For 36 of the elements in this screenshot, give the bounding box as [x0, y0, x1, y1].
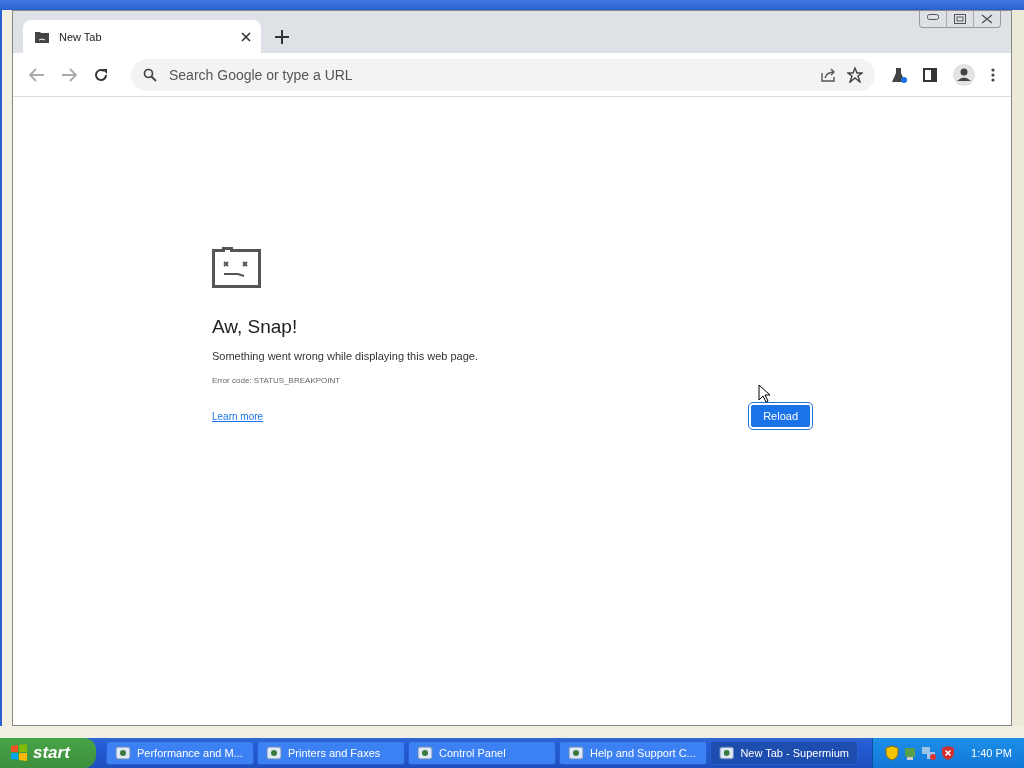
taskbar-button[interactable]: Help and Support C... — [559, 741, 707, 765]
shield-warning-icon[interactable] — [885, 745, 900, 761]
address-field[interactable]: Search Google or type a URL — [167, 65, 811, 84]
start-button[interactable]: start — [0, 738, 96, 768]
window-icon — [417, 745, 433, 761]
error-message: Something went wrong while displaying this web page. — [212, 350, 479, 362]
window-icon — [719, 745, 735, 761]
window-icon — [266, 745, 282, 761]
taskbar-button[interactable]: New Tab - Supermium — [710, 741, 858, 765]
browser-tab[interactable]: New Tab — [23, 20, 261, 53]
menu-icon[interactable] — [991, 67, 995, 82]
mouse-cursor-icon — [758, 384, 770, 403]
reload-icon[interactable] — [93, 66, 109, 83]
windows-logo-icon — [10, 744, 28, 762]
window-icon — [568, 745, 584, 761]
profile-avatar-icon[interactable] — [953, 63, 975, 86]
taskbar-button[interactable]: Printers and Faxes — [257, 741, 405, 765]
taskbar-button[interactable]: Control Panel — [408, 741, 556, 765]
address-bar[interactable]: Search Google or type a URL — [131, 58, 875, 91]
window-icon — [115, 745, 131, 761]
flask-icon[interactable] — [891, 66, 907, 83]
network-error-icon[interactable] — [921, 745, 938, 761]
security-alert-icon[interactable] — [941, 745, 956, 761]
network-icon[interactable] — [903, 745, 918, 761]
new-tab-icon[interactable] — [275, 30, 289, 44]
share-icon[interactable] — [821, 67, 837, 82]
side-panel-icon[interactable] — [923, 67, 937, 82]
reload-button[interactable]: Reload — [749, 403, 812, 429]
star-icon[interactable] — [847, 66, 863, 83]
learn-more-link[interactable]: Learn more — [212, 410, 264, 422]
close-icon[interactable] — [241, 31, 251, 42]
error-heading: Aw, Snap! — [212, 316, 299, 338]
clock: 1:40 PM — [971, 747, 1012, 759]
taskbar-button[interactable]: Performance and M... — [106, 741, 254, 765]
search-icon — [143, 67, 157, 82]
error-code: Error code: STATUS_BREAKPOINT — [212, 376, 342, 385]
